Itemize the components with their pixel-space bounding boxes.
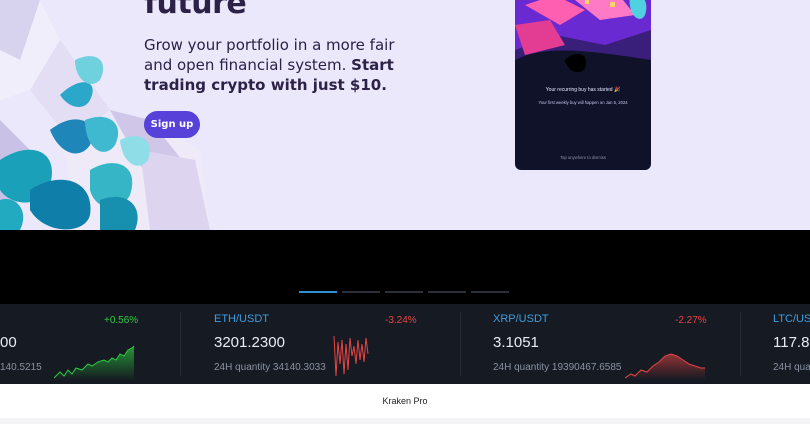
phone-mockup: Your recurring buy has started 🎉 Your fi… — [515, 0, 651, 170]
ticker-card[interactable]: +0.56% 00 140.5215 — [0, 304, 214, 384]
ticker-quantity: 140.5215 — [0, 362, 42, 373]
ticker-sparkline — [54, 345, 135, 380]
footer: Kraken Pro — [0, 384, 810, 418]
phone-notification-detail: Your first weekly buy will happen on Jan… — [538, 100, 628, 105]
carousel-dot-2[interactable] — [342, 291, 380, 293]
sign-up-button[interactable]: Sign up — [144, 111, 200, 138]
ticker-sparkline — [333, 335, 369, 377]
ticker-price: 3201.2300 — [214, 334, 285, 351]
ticker-card[interactable]: XRP/USDT -2.27% 3.1051 24H quantity 1939… — [493, 304, 773, 384]
ticker-price: 117.80 — [773, 334, 810, 351]
footer-label: Kraken Pro — [382, 396, 428, 406]
phone-notification-title: Your recurring buy has started 🎉 — [545, 87, 621, 93]
carousel-dot-4[interactable] — [428, 291, 466, 293]
hero-heading: future — [144, 0, 247, 21]
ticker-price: 00 — [0, 334, 17, 351]
phone-dismiss-hint: Tap anywhere to dismiss — [560, 155, 606, 160]
ticker-card[interactable]: LTC/USDT 117.80 24H quan — [773, 304, 810, 384]
ticker-divider — [740, 312, 741, 376]
ticker-divider — [180, 312, 181, 376]
ticker-pair: ETH/USDT — [214, 313, 269, 325]
bottom-strip — [0, 418, 810, 424]
carousel-dot-1[interactable] — [299, 291, 337, 293]
ticker-change: +0.56% — [104, 315, 139, 326]
ticker-pair: LTC/USDT — [773, 313, 810, 325]
ticker-sparkline — [625, 353, 705, 380]
ticker-change: -2.27% — [675, 315, 707, 326]
ticker-card[interactable]: ETH/USDT -3.24% 3201.2300 24H quantity 3… — [214, 304, 494, 384]
ticker-change: -3.24% — [385, 315, 417, 326]
ticker-divider — [460, 312, 461, 376]
carousel-indicators — [299, 291, 509, 293]
hero-subtitle: Grow your portfolio in a more fair and o… — [144, 35, 414, 95]
carousel-dot-3[interactable] — [385, 291, 423, 293]
phone-illustration — [515, 0, 651, 82]
ticker-price: 3.1051 — [493, 334, 539, 351]
ticker-quantity: 24H quantity 34140.3033 — [214, 362, 326, 373]
ticker-quantity: 24H quantity 19390467.6585 — [493, 362, 622, 373]
market-ticker: +0.56% 00 140.5215 ETH/USDT -3.24% 3201.… — [0, 304, 810, 384]
ticker-pair: XRP/USDT — [493, 313, 549, 325]
hero-section: future Grow your portfolio in a more fai… — [0, 0, 810, 230]
ticker-quantity: 24H quan — [773, 362, 810, 373]
carousel-dot-5[interactable] — [471, 291, 509, 293]
